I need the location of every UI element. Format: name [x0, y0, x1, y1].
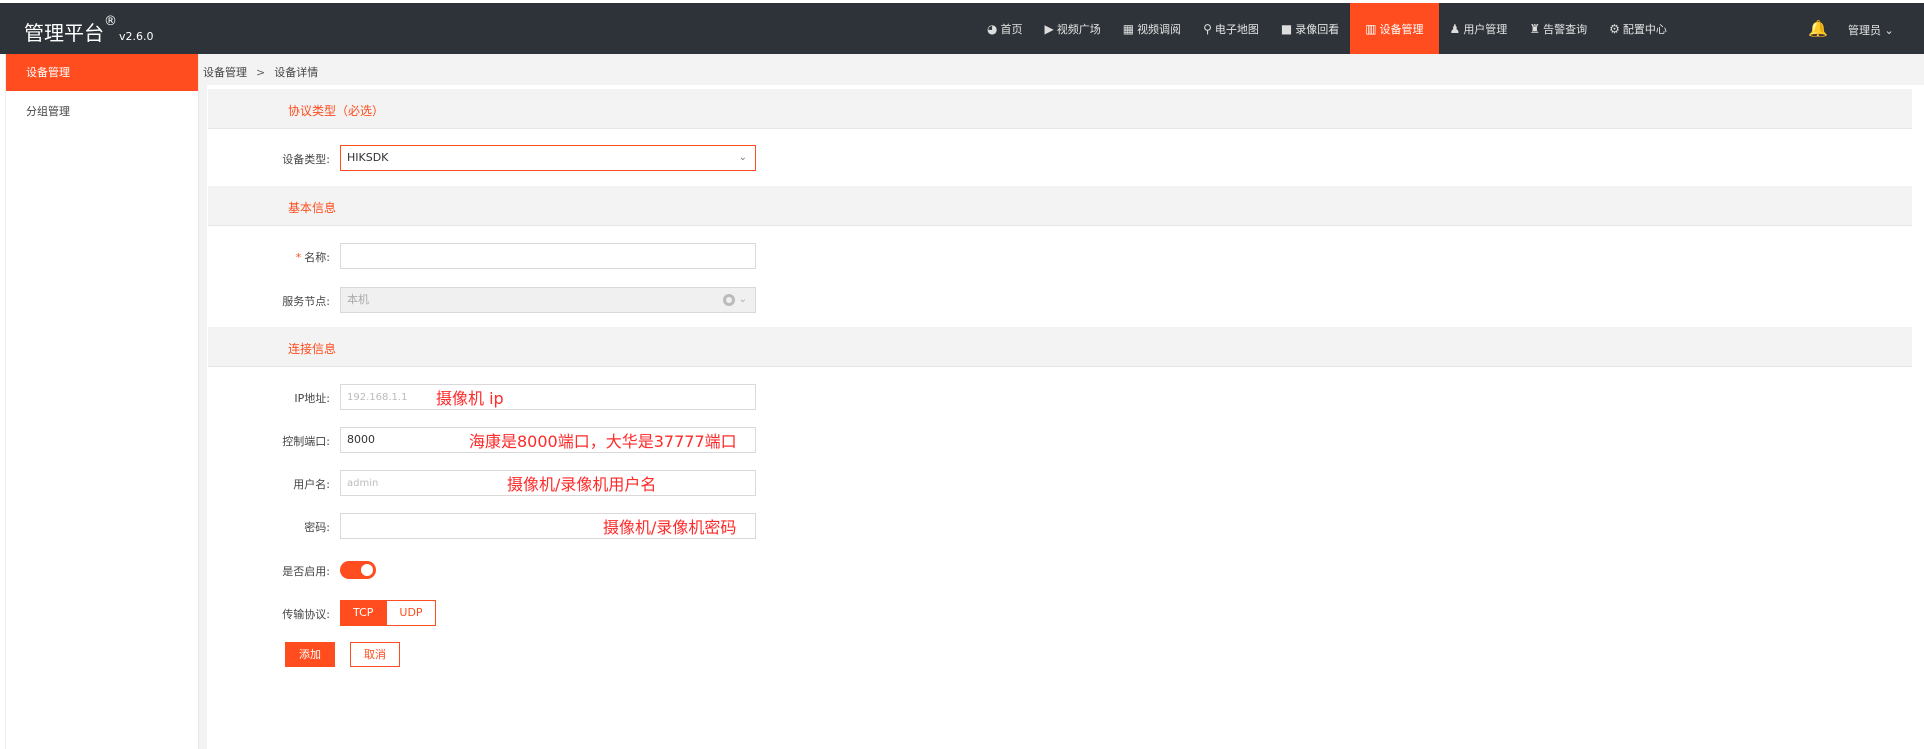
port-value: 8000 — [347, 433, 375, 446]
ip-input[interactable]: 192.168.1.1 摄像机 ip — [340, 384, 756, 410]
nav-item-device-management[interactable]: ▥ 设备管理 — [1350, 3, 1439, 54]
device-icon: ▥ — [1365, 21, 1377, 36]
password-input[interactable]: 摄像机/录像机密码 — [340, 513, 756, 539]
transport-udp-option[interactable]: UDP — [386, 600, 436, 626]
nav-label: 告警查询 — [1543, 22, 1588, 36]
bell-icon[interactable]: 🔔 — [1808, 19, 1828, 38]
nav-label: 电子地图 — [1214, 22, 1259, 36]
sidebar: 设备管理 分组管理 — [5, 54, 199, 749]
section-basic-header: 基本信息 — [208, 186, 1912, 226]
sidebar-item-device-management[interactable]: 设备管理 — [6, 54, 198, 91]
name-input[interactable] — [340, 243, 756, 269]
breadcrumb-bar: 设备管理 > 设备详情 — [199, 54, 1924, 85]
password-annotation: 摄像机/录像机密码 — [603, 518, 737, 537]
user-menu[interactable]: 管理员 ⌄ — [1848, 22, 1894, 38]
nav-item-map[interactable]: ⚲ 电子地图 — [1192, 3, 1270, 54]
ip-placeholder: 192.168.1.1 — [347, 392, 408, 403]
nav-item-config-center[interactable]: ⚙ 配置中心 — [1598, 3, 1678, 54]
app-version: v2.6.0 — [119, 30, 154, 43]
nav-label: 设备管理 — [1379, 22, 1424, 36]
map-pin-icon: ⚲ — [1203, 21, 1212, 36]
main-nav: ◕ 首页 ▶ 视频广场 ▦ 视频调阅 ⚲ 电子地图 ■ 录像回看 ▥ 设备管理 ♟ 用户管理 … — [976, 3, 1678, 54]
name-label-text: 名称: — [304, 251, 330, 264]
cancel-button[interactable]: 取消 — [350, 642, 400, 667]
video-camera-icon: ■ — [1280, 21, 1293, 36]
gear-icon: ⚙ — [1609, 21, 1620, 36]
toggle-knob — [361, 564, 373, 576]
port-label: 控制端口: — [282, 435, 330, 448]
ip-label: IP地址: — [294, 392, 330, 405]
name-label: * 名称: — [210, 249, 330, 265]
app-title: 管理平台 — [24, 21, 104, 45]
user-icon: ♟ — [1449, 21, 1461, 36]
nav-item-playback[interactable]: ■ 录像回看 — [1270, 3, 1350, 54]
transport-label: 传输协议: — [282, 608, 330, 621]
add-button[interactable]: 添加 — [285, 642, 335, 667]
nav-item-video-square[interactable]: ▶ 视频广场 — [1033, 3, 1111, 54]
section-title: 协议类型（必选） — [288, 104, 385, 118]
node-select[interactable]: 本机 ⌄ — [340, 287, 756, 313]
registered-mark: ® — [104, 14, 117, 29]
device-type-value: HIKSDK — [347, 151, 389, 164]
nav-label: 配置中心 — [1622, 22, 1667, 36]
nav-item-alarm-query[interactable]: ♜ 告警查询 — [1518, 3, 1598, 54]
nav-label: 用户管理 — [1463, 22, 1508, 36]
required-mark: * — [295, 251, 302, 264]
password-label: 密码: — [304, 521, 330, 534]
clear-icon[interactable] — [723, 294, 735, 306]
section-connection-header: 连接信息 — [208, 327, 1912, 367]
main-content — [199, 85, 1924, 749]
play-icon: ▶ — [1044, 21, 1054, 36]
chevron-down-icon: ⌄ — [738, 152, 747, 163]
section-title: 基本信息 — [288, 201, 337, 215]
breadcrumb: 设备管理 > 设备详情 — [203, 64, 318, 80]
node-label: 服务节点: — [282, 295, 330, 308]
section-protocol-header: 协议类型（必选） — [208, 89, 1912, 129]
layout-icon: ▦ — [1122, 21, 1135, 36]
username-label: 用户名: — [293, 478, 330, 491]
enabled-toggle[interactable] — [340, 561, 376, 579]
username-input[interactable]: admin 摄像机/录像机用户名 — [340, 470, 756, 496]
ip-annotation: 摄像机 ip — [436, 389, 504, 408]
breadcrumb-root[interactable]: 设备管理 — [203, 66, 247, 79]
device-type-label: 设备类型: — [282, 153, 330, 166]
port-input[interactable]: 8000 海康是8000端口，大华是37777端口 — [340, 427, 756, 453]
dashboard-icon: ◕ — [987, 21, 998, 36]
user-name: 管理员 — [1848, 24, 1881, 37]
node-value: 本机 — [347, 293, 369, 306]
sidebar-item-group-management[interactable]: 分组管理 — [6, 93, 198, 130]
breadcrumb-current: 设备详情 — [274, 66, 319, 79]
chevron-down-icon: ⌄ — [1884, 24, 1894, 37]
nav-label: 录像回看 — [1295, 22, 1340, 36]
enabled-label: 是否启用: — [282, 565, 330, 578]
port-annotation: 海康是8000端口，大华是37777端口 — [469, 432, 737, 451]
nav-label: 视频广场 — [1056, 22, 1101, 36]
top-nav-bar: 管理平台®v2.6.0 ◕ 首页 ▶ 视频广场 ▦ 视频调阅 ⚲ 电子地图 ■ 录像回看 … — [0, 0, 1924, 54]
transport-tcp-option[interactable]: TCP — [340, 600, 387, 626]
nav-label: 视频调阅 — [1137, 22, 1182, 36]
nav-item-user-management[interactable]: ♟ 用户管理 — [1439, 3, 1519, 54]
chevron-down-icon: ⌄ — [738, 294, 747, 305]
app-brand[interactable]: 管理平台®v2.6.0 — [24, 14, 154, 46]
nav-label: 首页 — [1000, 22, 1023, 36]
nav-item-home[interactable]: ◕ 首页 — [976, 3, 1033, 54]
device-type-select[interactable]: HIKSDK ⌄ — [340, 145, 756, 171]
nav-item-video-review[interactable]: ▦ 视频调阅 — [1112, 3, 1192, 54]
username-placeholder: admin — [347, 478, 379, 489]
section-title: 连接信息 — [288, 342, 337, 356]
alarm-icon: ♜ — [1529, 21, 1541, 36]
breadcrumb-separator: > — [256, 66, 266, 79]
transport-radio-group: TCP UDP — [340, 600, 436, 626]
username-annotation: 摄像机/录像机用户名 — [507, 475, 657, 494]
